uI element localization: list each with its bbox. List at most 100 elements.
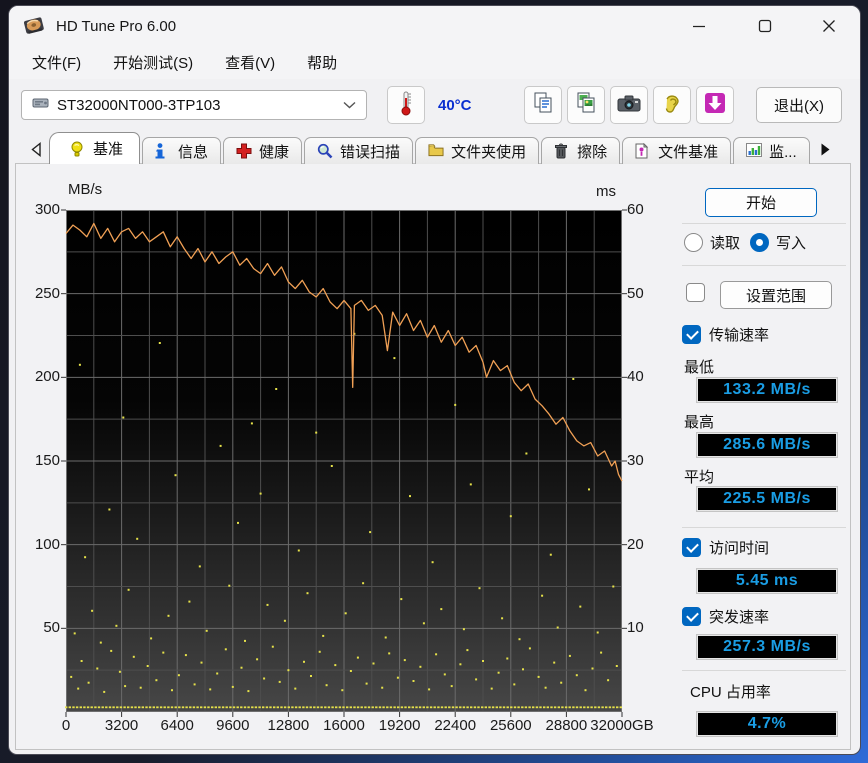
access-time-checkbox-box[interactable] (682, 538, 701, 557)
tab-bar: 基准 信息 健康 错误扫描 文件夹使用 擦除 文件基准 监... (9, 131, 860, 164)
tab-scroll-left-button[interactable] (23, 136, 49, 162)
transfer-rate-checkbox-box[interactable] (682, 325, 701, 344)
toolbar-buttons (523, 86, 734, 124)
range-checkbox-box[interactable] (686, 283, 705, 302)
burst-rate-checkbox-box[interactable] (682, 607, 701, 626)
acoustic-button[interactable] (652, 86, 691, 124)
minimize-button[interactable] (666, 6, 732, 46)
read-radio[interactable]: 读取 (684, 232, 740, 253)
cpu-usage-value: 4.7% (697, 712, 837, 736)
burst-rate-label: 突发速率 (709, 609, 770, 626)
chart-canvas (61, 209, 627, 717)
avg-value: 225.5 MB/s (697, 487, 837, 511)
access-time-checkbox[interactable]: 访问时间 (682, 537, 769, 558)
tab-label: 信息 (178, 143, 209, 161)
maximize-button[interactable] (732, 6, 798, 46)
menu-item-1[interactable]: 开始测试(S) (100, 47, 206, 78)
cpu-usage-label: CPU 占用率 (690, 684, 771, 701)
y-right-tick-label: 50 (627, 284, 644, 302)
window-title: HD Tune Pro 6.00 (56, 17, 177, 35)
max-label: 最高 (684, 414, 715, 431)
triangle-left-icon (31, 141, 41, 157)
y-right-tick-label: 60 (627, 201, 644, 218)
monitor-icon (746, 143, 763, 159)
menu-item-3[interactable]: 帮助 (294, 47, 350, 78)
tab-label: 擦除 (577, 143, 608, 161)
chart-plot-area (61, 209, 627, 717)
y-left-axis-unit: MB/s (68, 181, 103, 198)
close-button[interactable] (798, 6, 860, 46)
tab-3[interactable]: 错误扫描 (304, 137, 414, 164)
tab-label: 错误扫描 (340, 143, 401, 161)
copy-text-button[interactable] (523, 86, 562, 124)
info-icon (155, 143, 171, 159)
drive-select[interactable]: ST32000NT000-3TP103 (21, 90, 367, 120)
copy-text-icon (532, 91, 554, 120)
separator (682, 265, 846, 266)
write-radio-circle[interactable] (750, 233, 769, 252)
write-radio[interactable]: 写入 (750, 232, 806, 253)
max-value: 285.6 MB/s (697, 433, 837, 457)
title-bar: HD Tune Pro 6.00 (9, 6, 860, 46)
benchmark-chart: MB/s ms 300 250 200 150 100 50 60 50 40 30 20 10 0 3200… (26, 180, 676, 746)
camera-icon (617, 93, 641, 118)
tab-label: 文件基准 (658, 143, 719, 161)
triangle-right-icon (821, 143, 830, 155)
file-benchmark-icon (635, 143, 651, 159)
y-left-tick-label: 150 (34, 452, 60, 469)
tab-1[interactable]: 信息 (142, 137, 222, 164)
avg-label: 平均 (684, 469, 715, 486)
erase-icon (554, 143, 570, 159)
min-value: 133.2 MB/s (697, 378, 837, 402)
spindown-button[interactable] (695, 86, 734, 124)
tab-7[interactable]: 监... (733, 137, 810, 164)
y-left-tick-label: 300 (34, 201, 60, 218)
burst-rate-checkbox[interactable]: 突发速率 (682, 606, 769, 627)
app-window: HD Tune Pro 6.00 文件(F) 开始测试(S) 查看(V) 帮助 ST3… (8, 5, 861, 755)
y-right-axis-unit: ms (596, 183, 616, 200)
drive-name: ST32000NT000-3TP103 (57, 96, 221, 114)
burst-rate-value: 257.3 MB/s (697, 635, 837, 659)
transfer-rate-label: 传输速率 (709, 327, 770, 344)
access-time-value: 5.45 ms (697, 569, 837, 593)
bulb-icon (70, 141, 86, 157)
y-left-tick-label: 250 (34, 284, 60, 302)
temperature-button[interactable] (387, 86, 425, 124)
tab-4[interactable]: 文件夹使用 (415, 137, 540, 164)
screenshot-button[interactable] (609, 86, 648, 124)
copy-image-button[interactable] (566, 86, 605, 124)
tab-label: 监... (769, 143, 797, 161)
menu-bar: 文件(F) 开始测试(S) 查看(V) 帮助 (9, 46, 860, 79)
range-checkbox[interactable] (686, 283, 705, 302)
ear-icon (662, 91, 682, 120)
access-time-label: 访问时间 (709, 540, 770, 557)
y-left-tick-label: 50 (43, 619, 60, 637)
benchmark-page: MB/s ms 300 250 200 150 100 50 60 50 40 30 20 10 0 3200… (15, 163, 851, 750)
start-button[interactable]: 开始 (705, 188, 817, 217)
scan-icon (317, 143, 333, 159)
tab-6[interactable]: 文件基准 (622, 137, 732, 164)
tab-scroll-right-button[interactable] (812, 136, 838, 162)
min-label: 最低 (684, 359, 715, 376)
tab-2[interactable]: 健康 (223, 137, 303, 164)
tab-5[interactable]: 擦除 (541, 137, 621, 164)
tab-0[interactable]: 基准 (49, 132, 141, 164)
menu-item-0[interactable]: 文件(F) (19, 47, 94, 78)
exit-button[interactable]: 退出(X) (756, 87, 842, 123)
transfer-rate-checkbox[interactable]: 传输速率 (682, 324, 769, 345)
read-radio-circle[interactable] (684, 233, 703, 252)
copy-image-icon (575, 91, 597, 120)
thermometer-icon (399, 90, 413, 121)
side-panel: 开始 读取 写入 设置范围 传输速率 最低 133.2 MB/s 最高 285.… (676, 164, 852, 749)
tab-label: 基准 (93, 141, 124, 158)
folder-icon (428, 143, 444, 159)
y-left-tick-label: 100 (34, 535, 60, 553)
set-range-button[interactable]: 设置范围 (720, 281, 832, 309)
toolbar: ST32000NT000-3TP103 40°C 退出(X) (9, 79, 860, 131)
menu-item-2[interactable]: 查看(V) (212, 47, 288, 78)
separator (682, 527, 846, 528)
read-radio-label: 读取 (710, 235, 741, 252)
separator (682, 670, 846, 671)
tab-label: 健康 (259, 143, 290, 161)
tab-label: 文件夹使用 (451, 143, 527, 161)
